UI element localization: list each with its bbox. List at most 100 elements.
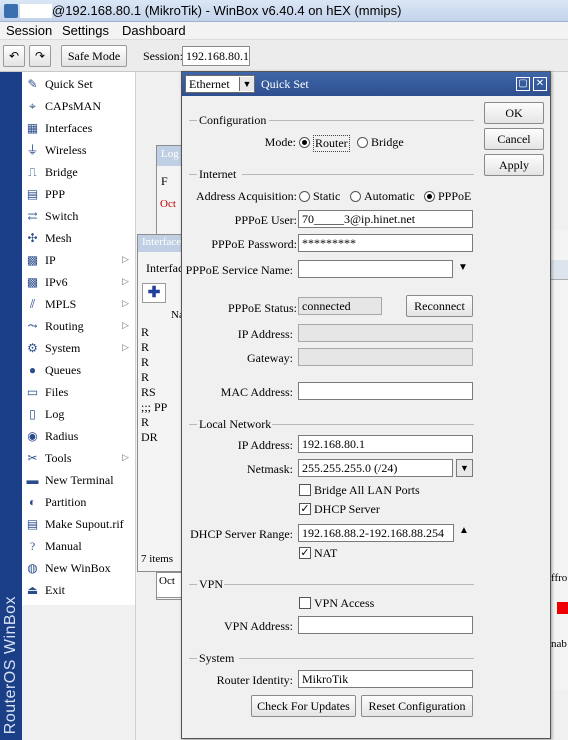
safe-mode-button[interactable]: Safe Mode [61, 45, 127, 67]
mode-label: Mode: [264, 135, 296, 149]
sidebar-item-radius[interactable]: ◉ Radius [22, 425, 135, 447]
mode-select[interactable]: Ethernet ▼ [185, 75, 255, 93]
routing-icon: ⤳ [27, 319, 38, 333]
mode-router-label[interactable]: Router [313, 135, 350, 152]
interface-row[interactable]: ;;; PP [141, 400, 167, 415]
chevron-down-icon[interactable]: ▼ [239, 77, 254, 91]
radius-icon: ◉ [27, 429, 38, 443]
router-identity-input[interactable]: MikroTik [298, 670, 473, 688]
brand-text: RouterOS WinBox [2, 595, 19, 734]
interface-row[interactable]: DR [141, 430, 158, 445]
maximize-icon[interactable]: ▢ [516, 77, 530, 91]
dhcp-server-checkbox[interactable]: ✓ [299, 503, 311, 515]
mode-router-radio[interactable] [299, 137, 310, 148]
interface-row[interactable]: R [141, 370, 149, 385]
sidebar-item-queues[interactable]: ● Queues [22, 359, 135, 381]
sidebar-item-label: New WinBox [45, 561, 111, 575]
menu-dashboard[interactable]: Dashboard [122, 23, 186, 38]
sidebar-item-exit[interactable]: ⏏ Exit [22, 579, 135, 601]
undo-icon: ↶ [8, 49, 20, 63]
sidebar-item-label: Tools [45, 451, 72, 465]
sidebar-item-new-winbox[interactable]: ◍ New WinBox [22, 557, 135, 579]
sidebar-item-ipv6[interactable]: ▩ IPv6 ▷ [22, 271, 135, 293]
sidebar-item-mpls[interactable]: ⫽ MPLS ▷ [22, 293, 135, 315]
sidebar-item-files[interactable]: ▭ Files [22, 381, 135, 403]
acq-automatic-radio[interactable] [350, 191, 361, 202]
right-fragment-1: ffro [551, 572, 568, 584]
check-for-updates-button[interactable]: Check For Updates [251, 695, 356, 717]
sidebar-item-tools[interactable]: ✂ Tools ▷ [22, 447, 135, 469]
sidebar-item-new-terminal[interactable]: ▬ New Terminal [22, 469, 135, 491]
dhcp-server-label[interactable]: DHCP Server [314, 502, 380, 517]
vpn-access-label[interactable]: VPN Access [314, 596, 374, 611]
menu-settings[interactable]: Settings [62, 23, 109, 38]
acq-automatic-label[interactable]: Automatic [364, 189, 415, 204]
apply-button[interactable]: Apply [484, 154, 544, 176]
acq-pppoe-radio[interactable] [424, 191, 435, 202]
interface-row[interactable]: RS [141, 385, 156, 400]
sidebar-item-capsman[interactable]: ⌖ CAPsMAN [22, 95, 135, 117]
reconnect-button[interactable]: Reconnect [406, 295, 473, 317]
section-vpn: VPN [199, 577, 224, 591]
sidebar-item-switch[interactable]: ⇄ Switch [22, 205, 135, 227]
netmask-select[interactable]: 255.255.255.0 (/24) [298, 459, 453, 477]
dialog-title: Quick Set [261, 77, 309, 91]
section-system: System [199, 651, 235, 665]
sidebar-item-ppp[interactable]: ▤ PPP [22, 183, 135, 205]
mode-bridge-radio[interactable] [357, 137, 368, 148]
add-icon[interactable]: ✚ [142, 283, 166, 303]
sidebar-item-log[interactable]: ▯ Log [22, 403, 135, 425]
reset-configuration-button[interactable]: Reset Configuration [361, 695, 473, 717]
mac-address-input[interactable] [298, 382, 473, 400]
pppoe-service-name-input[interactable] [298, 260, 453, 278]
dhcp-range-input[interactable]: 192.168.88.2-192.168.88.254 [298, 524, 454, 542]
sidebar-item-label: Queues [45, 363, 81, 377]
sidebar-item-system[interactable]: ⚙ System ▷ [22, 337, 135, 359]
switch-icon: ⇄ [27, 209, 38, 223]
sidebar-item-wireless[interactable]: ⏚ Wireless [22, 139, 135, 161]
vpn-access-checkbox[interactable] [299, 597, 311, 609]
pppoe-user-input[interactable]: 70_____3@ip.hinet.net [298, 210, 473, 228]
range-collapse-icon[interactable]: ▲ [459, 525, 469, 536]
nat-checkbox[interactable]: ✓ [299, 547, 311, 559]
sidebar-item-quick-set[interactable]: ✎ Quick Set [22, 73, 135, 95]
acq-static-radio[interactable] [299, 191, 310, 202]
cancel-button[interactable]: Cancel [484, 128, 544, 150]
sidebar-item-ip[interactable]: ▩ IP ▷ [22, 249, 135, 271]
interface-row[interactable]: R [141, 340, 149, 355]
redo-button[interactable]: ↷ [29, 45, 51, 67]
gateway-label: Gateway: [247, 351, 293, 365]
acq-static-label[interactable]: Static [313, 189, 340, 204]
ok-button[interactable]: OK [484, 102, 544, 124]
service-dropdown-icon[interactable]: ▼ [458, 262, 468, 273]
winbox-app-icon [4, 4, 18, 18]
sidebar-item-routing[interactable]: ⤳ Routing ▷ [22, 315, 135, 337]
bridge-all-lan-checkbox[interactable] [299, 484, 311, 496]
menu-session[interactable]: Session [6, 23, 52, 38]
pppoe-password-input[interactable]: ********* [298, 234, 473, 252]
sidebar-item-mesh[interactable]: ✣ Mesh [22, 227, 135, 249]
sidebar-item-make-supout-rif[interactable]: ▤ Make Supout.rif [22, 513, 135, 535]
sidebar-item-partition[interactable]: ◐ Partition [22, 491, 135, 513]
netmask-dropdown-icon[interactable]: ▼ [456, 459, 473, 477]
sidebar-item-manual[interactable]: ? Manual [22, 535, 135, 557]
sidebar-item-label: New Terminal [45, 473, 114, 487]
supout-icon: ▤ [26, 517, 39, 531]
session-field[interactable]: 192.168.80.1 [182, 46, 250, 66]
interface-list-window[interactable]: Interface Interfac ✚ Na R R R R RS;;; PP R DR … [137, 234, 185, 572]
nat-label[interactable]: NAT [314, 546, 337, 561]
interface-tab[interactable]: Interfac [146, 261, 183, 276]
interface-row[interactable]: R [141, 415, 149, 430]
mode-bridge-label[interactable]: Bridge [371, 135, 404, 150]
acq-pppoe-label[interactable]: PPPoE [438, 189, 471, 204]
close-icon[interactable]: ✕ [533, 77, 547, 91]
log-icon: ▯ [29, 407, 36, 421]
bridge-all-lan-label[interactable]: Bridge All LAN Ports [314, 483, 420, 498]
lan-ip-address-input[interactable]: 192.168.80.1 [298, 435, 473, 453]
sidebar-item-interfaces[interactable]: ▦ Interfaces [22, 117, 135, 139]
undo-button[interactable]: ↶ [3, 45, 25, 67]
interface-row[interactable]: R [141, 355, 149, 370]
sidebar-item-bridge[interactable]: ⎍ Bridge [22, 161, 135, 183]
interface-row[interactable]: R [141, 325, 149, 340]
vpn-address-input[interactable] [298, 616, 473, 634]
